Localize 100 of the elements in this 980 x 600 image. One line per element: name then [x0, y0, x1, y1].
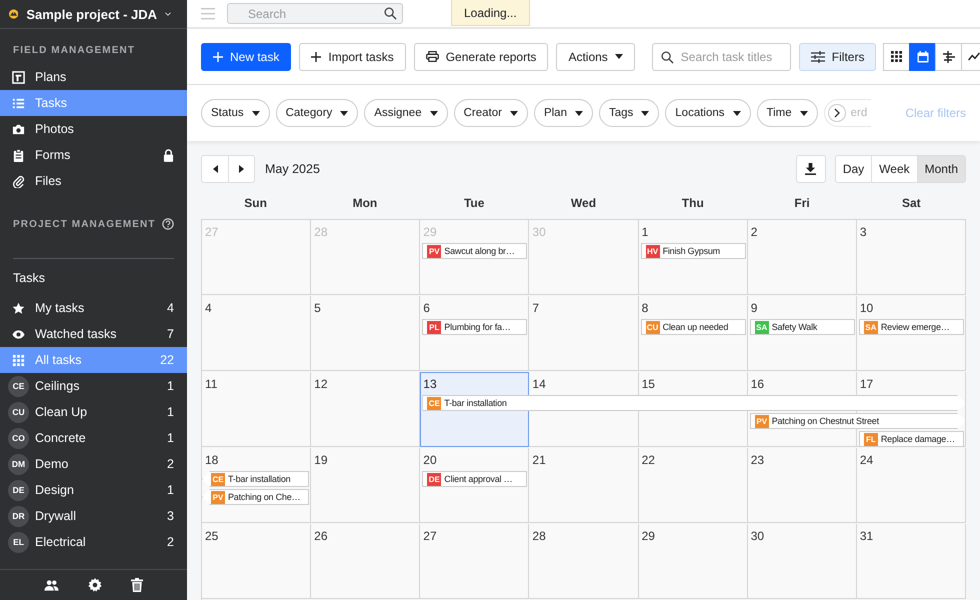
filter-chip[interactable]: Time	[756, 99, 818, 127]
category-item[interactable]: DE Design 1	[0, 477, 187, 503]
chevron-right-icon	[834, 108, 840, 118]
count: 1	[167, 379, 174, 393]
category-code: PL	[427, 320, 442, 334]
task-title: Replace damage…	[880, 434, 955, 444]
task-title: Clean up needed	[662, 322, 728, 332]
nav-item[interactable]: Photos	[0, 116, 187, 142]
day-number[interactable]: 6	[420, 296, 530, 318]
search-field[interactable]: Search	[227, 3, 403, 24]
category-code: PV	[754, 414, 769, 428]
download-icon	[805, 163, 816, 175]
count: 4	[167, 301, 174, 315]
filter-chip[interactable]: Plan	[534, 99, 593, 127]
weekday-header: Thu	[680, 196, 705, 210]
category-item[interactable]: DM Demo 2	[0, 451, 187, 477]
chevron-down-icon[interactable]	[165, 10, 171, 18]
category-item[interactable]: EL Electrical 2	[0, 529, 187, 555]
search-field[interactable]: Search task titles	[652, 42, 791, 70]
task-event[interactable]: HV Finish Gypsum	[640, 243, 746, 259]
loading-notice: Loading...	[451, 0, 530, 26]
task-title: T-bar installation	[444, 398, 507, 408]
printer-icon	[426, 51, 439, 62]
category-item[interactable]: DR Drywall 3	[0, 503, 187, 529]
sliders-icon	[810, 50, 825, 62]
nav-item[interactable]: Forms	[0, 142, 187, 168]
count: 3	[167, 509, 174, 523]
section-heading: FIELD MANAGEMENT	[12, 45, 136, 56]
clipboard-icon	[12, 148, 25, 162]
filter-chip[interactable]: Creator	[454, 99, 528, 127]
day-number[interactable]: 16	[748, 372, 857, 394]
filter-chip[interactable]: Locations	[665, 99, 751, 127]
task-event[interactable]: SA Review emerge…	[858, 319, 964, 335]
count: 7	[167, 327, 174, 341]
count: 22	[160, 353, 174, 367]
day-number[interactable]: 9	[748, 296, 857, 318]
filters-button[interactable]: Filters	[798, 42, 876, 70]
line-chart-icon	[968, 52, 980, 61]
filter-chip[interactable]: Status	[201, 99, 270, 127]
task-event[interactable]: PV Patching on Chestnut Street	[750, 413, 966, 429]
settings-icon[interactable]	[88, 578, 102, 592]
plus-icon	[311, 52, 322, 62]
task-list-item[interactable]: Watched tasks 7	[0, 321, 187, 347]
count: 1	[167, 405, 174, 419]
task-event[interactable]: FL Replace damage…	[858, 431, 964, 447]
nav-item[interactable]: Files	[0, 168, 187, 194]
weekday-header: Fri	[793, 196, 811, 210]
task-event[interactable]: CE T-bar installation	[422, 395, 966, 411]
weekday-header: Wed	[570, 196, 598, 210]
task-event[interactable]: DE Client approval …	[422, 471, 528, 487]
task-event[interactable]: PV Sawcut along br…	[422, 243, 528, 259]
category-code: PV	[427, 244, 442, 258]
caret-icon	[252, 110, 260, 116]
category-code: SA	[754, 320, 769, 334]
caret-icon	[430, 110, 438, 116]
trash-icon[interactable]	[130, 578, 143, 592]
day-number[interactable]: 10	[856, 296, 966, 318]
paperclip-icon	[12, 174, 25, 188]
day-number[interactable]: 1	[638, 220, 748, 242]
nav-item[interactable]: Plans	[0, 64, 187, 90]
task-event[interactable]: SA Safety Walk	[750, 319, 855, 335]
range-tab[interactable]: Week	[871, 156, 917, 182]
eye-icon	[12, 328, 25, 340]
task-event[interactable]: CE T-bar installation	[202, 471, 310, 487]
search-icon	[660, 50, 674, 64]
camera-icon	[12, 122, 25, 136]
range-tab[interactable]: Month	[916, 156, 965, 182]
task-list-item[interactable]: My tasks 4	[0, 295, 187, 321]
actions-dropdown[interactable]: Actions	[556, 42, 635, 70]
caret-icon	[732, 110, 741, 116]
caret-icon	[510, 110, 518, 116]
day-number[interactable]: 8	[638, 296, 748, 318]
view-toggle[interactable]	[909, 42, 936, 70]
import-tasks-button[interactable]: Import tasks	[299, 42, 406, 70]
generate-reports-button[interactable]: Generate reports	[414, 42, 548, 70]
filter-chip[interactable]: Category	[276, 99, 358, 127]
count: 1	[167, 483, 174, 497]
star-icon	[12, 302, 25, 314]
category-item[interactable]: CU Clean Up 1	[0, 399, 187, 425]
weekday-header: Sun	[243, 196, 268, 210]
caret-icon	[641, 110, 650, 116]
filter-chip[interactable]: Assignee	[364, 99, 448, 127]
category-code: SA	[864, 320, 878, 334]
people-icon[interactable]	[44, 579, 60, 591]
day-number[interactable]: 20	[420, 448, 530, 470]
day-number[interactable]: 13	[420, 372, 530, 394]
task-event[interactable]: PV Patching on Che…	[202, 489, 310, 505]
day-number[interactable]: 17	[856, 372, 966, 394]
download-button[interactable]	[796, 155, 826, 183]
task-event[interactable]: PL Plumbing for fa…	[422, 319, 528, 335]
project-title[interactable]: Sample project - JDA	[26, 6, 158, 22]
filter-chip[interactable]: Tags	[598, 99, 660, 127]
category-item[interactable]: CE Ceilings 1	[0, 373, 187, 399]
new-task-button[interactable]: New task	[201, 42, 292, 70]
help-icon[interactable]	[162, 218, 174, 230]
count: 2	[167, 535, 174, 549]
category-item[interactable]: CO Concrete 1	[0, 425, 187, 451]
task-event[interactable]: CU Clean up needed	[640, 319, 746, 335]
range-tab[interactable]: Day	[836, 156, 872, 182]
day-number[interactable]: 18	[202, 448, 312, 470]
